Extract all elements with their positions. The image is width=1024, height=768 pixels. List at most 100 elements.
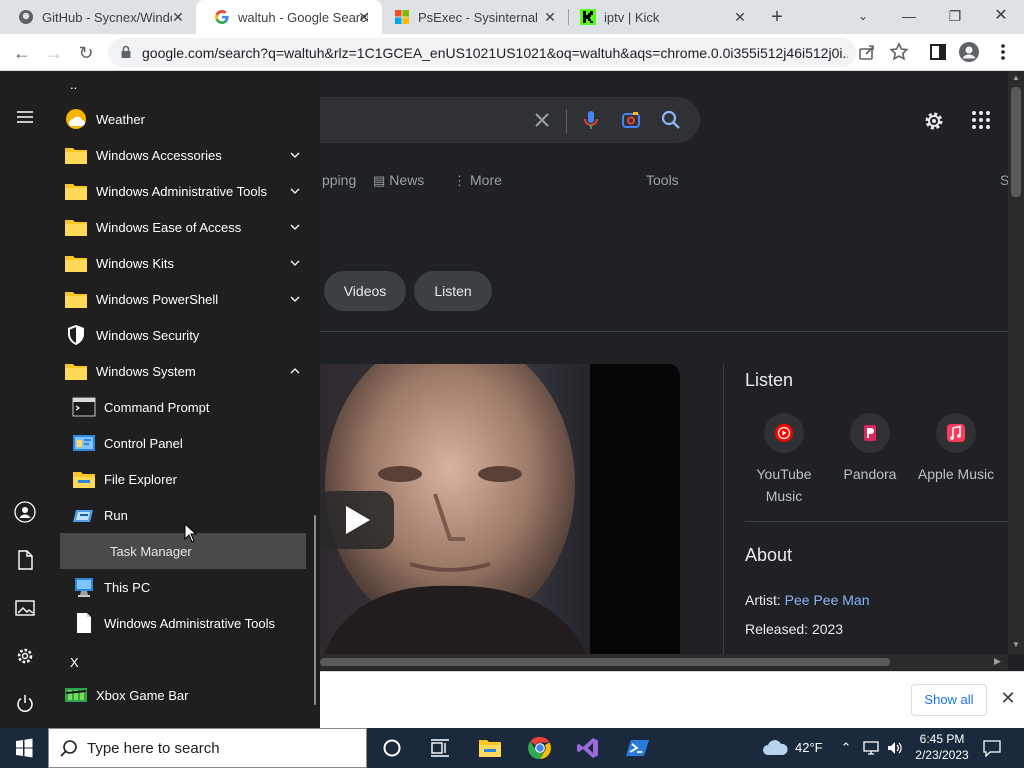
- close-tab-icon[interactable]: ✕: [356, 9, 372, 25]
- start-button[interactable]: [0, 728, 48, 768]
- github-icon: [19, 10, 33, 24]
- profile-avatar-icon[interactable]: [958, 41, 980, 63]
- back-button[interactable]: ←: [9, 40, 35, 66]
- scroll-up-arrow-icon[interactable]: ▲: [1012, 73, 1020, 82]
- app-weather[interactable]: Weather: [56, 101, 306, 137]
- pictures-icon[interactable]: [14, 597, 36, 619]
- play-button[interactable]: [316, 491, 394, 549]
- tab-kick[interactable]: iptv | Kick ✕: [562, 0, 758, 34]
- taskbar-visual-studio[interactable]: [564, 728, 612, 768]
- service-apple-music[interactable]: Apple Music: [916, 413, 996, 485]
- show-all-downloads-button[interactable]: Show all: [911, 684, 987, 716]
- tab-search-chevron-icon[interactable]: ⌄: [840, 0, 886, 34]
- minimize-button[interactable]: —: [886, 0, 932, 34]
- weather-widget[interactable]: 42°F: [762, 728, 842, 768]
- tab-news[interactable]: ▤ News: [373, 172, 424, 189]
- user-account-icon[interactable]: [14, 501, 36, 523]
- start-menu-scrollbar[interactable]: [314, 515, 316, 705]
- folder-windows-accessories[interactable]: Windows Accessories: [56, 137, 306, 173]
- visual-studio-icon: [577, 738, 598, 758]
- chevron-down-icon: [290, 260, 300, 266]
- section-header-x[interactable]: X: [70, 655, 79, 670]
- youtube-music-icon: [764, 413, 804, 453]
- close-window-button[interactable]: ✕: [978, 0, 1024, 34]
- app-xbox-game-bar[interactable]: Xbox Game Bar: [56, 677, 306, 713]
- cortana-button[interactable]: [368, 728, 416, 768]
- service-youtube-music[interactable]: YouTube Music: [744, 413, 824, 507]
- chip-videos[interactable]: Videos: [324, 271, 406, 311]
- google-lens-icon[interactable]: [620, 109, 642, 131]
- volume-icon[interactable]: [886, 740, 904, 756]
- show-hidden-icons-chevron-icon[interactable]: ⌃: [838, 728, 854, 768]
- documents-icon[interactable]: [14, 549, 36, 571]
- taskbar-powershell[interactable]: [614, 728, 662, 768]
- tab-more[interactable]: ⋮ More: [453, 172, 502, 189]
- app-windows-security[interactable]: Windows Security: [56, 317, 306, 353]
- folder-windows-ease-of-access[interactable]: Windows Ease of Access: [56, 209, 306, 245]
- hamburger-menu-icon[interactable]: [14, 106, 36, 128]
- reload-button[interactable]: ↻: [73, 40, 99, 66]
- app-task-manager[interactable]: Task Manager: [60, 533, 306, 569]
- page-vertical-scrollbar[interactable]: ▲ ▼: [1008, 71, 1024, 654]
- artist-link[interactable]: Pee Pee Man: [785, 592, 870, 608]
- network-icon[interactable]: [862, 740, 880, 756]
- restore-button[interactable]: ❐: [932, 0, 978, 34]
- close-downloads-bar-icon[interactable]: ✕: [998, 688, 1018, 708]
- app-command-prompt[interactable]: Command Prompt: [56, 389, 306, 425]
- app-run[interactable]: Run: [56, 497, 306, 533]
- folder-icon: [65, 220, 87, 236]
- mouse-cursor-icon: [184, 523, 198, 543]
- power-icon[interactable]: [14, 693, 36, 715]
- tab-cut-off[interactable]: S: [1000, 172, 1008, 188]
- notifications-icon[interactable]: [982, 739, 1002, 757]
- tab-github[interactable]: GitHub - Sycnex/Windo ✕: [0, 0, 196, 34]
- chip-listen[interactable]: Listen: [414, 271, 492, 311]
- app-file-explorer[interactable]: File Explorer: [56, 461, 306, 497]
- forward-button[interactable]: →: [41, 40, 67, 66]
- system-clock[interactable]: 6:45 PM 2/23/2023: [910, 731, 974, 763]
- lock-icon[interactable]: [118, 44, 134, 60]
- tab-google-search[interactable]: waltuh - Google Search ✕: [196, 0, 382, 34]
- search-icon[interactable]: [660, 109, 682, 131]
- app-label: Control Panel: [104, 436, 183, 451]
- taskbar-search-box[interactable]: Type here to search: [48, 728, 367, 768]
- tab-title: iptv | Kick: [604, 9, 660, 25]
- address-bar[interactable]: google.com/search?q=waltuh&rlz=1C1GCEA_e…: [108, 38, 856, 67]
- new-tab-button[interactable]: +: [766, 6, 788, 28]
- scroll-down-arrow-icon[interactable]: ▼: [1012, 640, 1020, 649]
- settings-icon[interactable]: [14, 645, 36, 667]
- close-tab-icon[interactable]: ✕: [170, 9, 186, 25]
- bookmark-star-icon[interactable]: [888, 41, 910, 63]
- clear-search-icon[interactable]: [531, 109, 553, 131]
- section-header-dots[interactable]: ..: [70, 77, 77, 92]
- close-tab-icon[interactable]: ✕: [542, 9, 558, 25]
- close-tab-icon[interactable]: ✕: [732, 9, 748, 25]
- share-icon[interactable]: [856, 41, 878, 63]
- task-view-button[interactable]: [416, 728, 464, 768]
- menu-kebab-icon[interactable]: [992, 41, 1014, 63]
- folder-windows-powershell[interactable]: Windows PowerShell: [56, 281, 306, 317]
- settings-gear-icon[interactable]: [922, 109, 946, 133]
- horizontal-scroll-thumb[interactable]: [320, 658, 890, 666]
- folder-windows-system[interactable]: Windows System: [56, 353, 306, 389]
- tools-button[interactable]: Tools: [646, 172, 679, 188]
- google-apps-grid-icon[interactable]: [970, 109, 992, 131]
- tab-shopping[interactable]: pping: [322, 172, 356, 188]
- page-horizontal-scrollbar[interactable]: ▶: [320, 654, 1008, 670]
- service-pandora[interactable]: Pandora: [830, 413, 910, 485]
- voice-search-icon[interactable]: [580, 109, 602, 131]
- taskbar-chrome[interactable]: [516, 728, 564, 768]
- vertical-scroll-thumb[interactable]: [1011, 87, 1021, 197]
- taskbar-file-explorer[interactable]: [466, 728, 514, 768]
- side-panel-icon[interactable]: [927, 41, 949, 63]
- tab-psexec[interactable]: PsExec - Sysinternals | M ✕: [376, 0, 568, 34]
- folder-windows-administrative-tools[interactable]: Windows Administrative Tools: [56, 173, 306, 209]
- scroll-right-arrow-icon[interactable]: ▶: [994, 656, 1001, 667]
- app-control-panel[interactable]: Control Panel: [56, 425, 306, 461]
- app-this-pc[interactable]: This PC: [56, 569, 306, 605]
- chevron-up-icon: [290, 368, 300, 374]
- url-text[interactable]: google.com/search?q=waltuh&rlz=1C1GCEA_e…: [142, 45, 848, 61]
- knowledge-panel-divider: [723, 364, 724, 654]
- folder-windows-kits[interactable]: Windows Kits: [56, 245, 306, 281]
- app-windows-administrative-tools[interactable]: Windows Administrative Tools: [56, 605, 306, 641]
